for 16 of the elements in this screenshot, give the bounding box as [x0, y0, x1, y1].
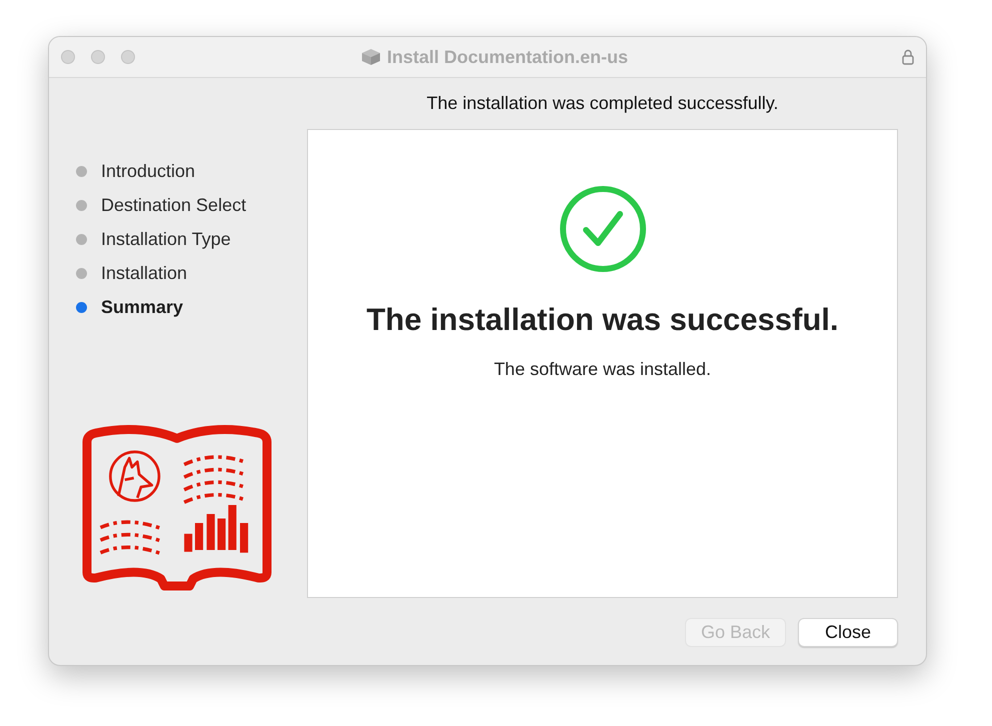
lock-icon — [902, 49, 914, 65]
window-control-button[interactable] — [61, 50, 75, 64]
success-message: The software was installed. — [494, 358, 712, 380]
step-item: Introduction — [76, 160, 307, 182]
step-item: Summary — [76, 296, 307, 318]
step-item: Installation — [76, 262, 307, 284]
window-control-button[interactable] — [121, 50, 135, 64]
step-item: Destination Select — [76, 194, 307, 216]
step-item: Installation Type — [76, 228, 307, 250]
success-check-icon — [558, 185, 646, 273]
window-control-button[interactable] — [91, 50, 105, 64]
window-title: Install Documentation.en-us — [386, 46, 628, 68]
status-heading: The installation was completed successfully. — [426, 92, 778, 115]
package-icon — [360, 48, 381, 66]
dialog-button[interactable]: Close — [798, 618, 898, 647]
success-title: The installation was successful. — [366, 301, 839, 339]
